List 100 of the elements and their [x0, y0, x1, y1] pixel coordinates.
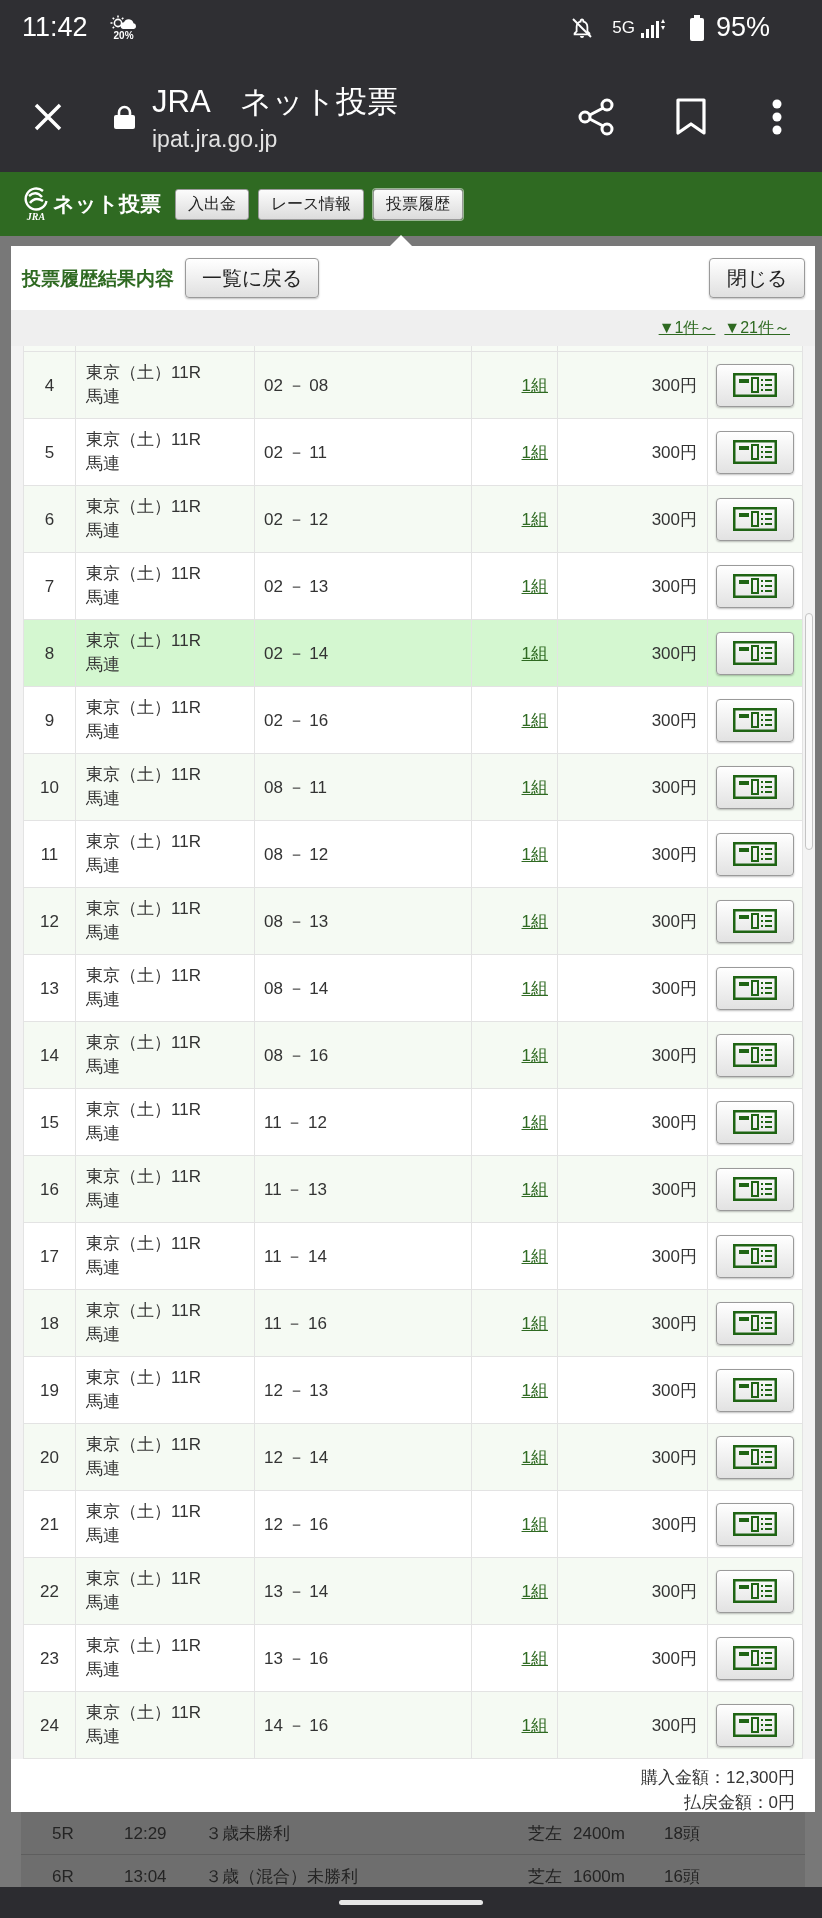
count-link[interactable]: 1組 [521, 1180, 548, 1198]
detail-button[interactable] [716, 1569, 794, 1613]
detail-button[interactable] [716, 1167, 794, 1211]
bet-type: 馬連 [86, 1592, 121, 1614]
detail-button[interactable] [716, 430, 794, 474]
detail-button[interactable] [716, 1033, 794, 1077]
table-row[interactable]: 12 東京（土）11R 馬連 08 － 13 1組 300円 [23, 888, 803, 955]
count-link[interactable]: 1組 [521, 1381, 548, 1399]
scrollbar-thumb[interactable] [805, 613, 813, 850]
page-title: JRA ネット投票 [152, 84, 398, 120]
count-link[interactable]: 1組 [521, 443, 548, 461]
detail-button[interactable] [716, 1100, 794, 1144]
detail-button[interactable] [716, 1301, 794, 1345]
detail-button[interactable] [716, 899, 794, 943]
table-row[interactable]: 24 東京（土）11R 馬連 14 － 16 1組 300円 [23, 1692, 803, 1759]
table-row[interactable]: 5 東京（土）11R 馬連 02 － 11 1組 300円 [23, 419, 803, 486]
detail-button[interactable] [716, 698, 794, 742]
race-number: 6R [52, 1867, 75, 1885]
count-link[interactable]: 1組 [521, 1046, 548, 1064]
detail-button[interactable] [716, 497, 794, 541]
table-row[interactable]: 4 東京（土）11R 馬連 02 － 08 1組 300円 [23, 352, 803, 419]
table-row[interactable]: 13 東京（土）11R 馬連 08 － 14 1組 300円 [23, 955, 803, 1022]
detail-button[interactable] [716, 966, 794, 1010]
table-row[interactable]: 8 東京（土）11R 馬連 02 － 14 1組 300円 [23, 620, 803, 687]
table-row[interactable]: 7 東京（土）11R 馬連 02 － 13 1組 300円 [23, 553, 803, 620]
bet-combination: 11 － 12 [255, 1089, 472, 1155]
table-row[interactable]: 10 東京（土）11R 馬連 08 － 11 1組 300円 [23, 754, 803, 821]
count-link[interactable]: 1組 [521, 1247, 548, 1265]
detail-button[interactable] [716, 631, 794, 675]
table-row[interactable]: 15 東京（土）11R 馬連 11 － 12 1組 300円 [23, 1089, 803, 1156]
detail-button[interactable] [716, 1234, 794, 1278]
table-row[interactable]: 18 東京（土）11R 馬連 11 － 16 1組 300円 [23, 1290, 803, 1357]
row-number: 19 [23, 1357, 76, 1423]
race-name: 東京（土）11R [86, 1568, 202, 1590]
table-row[interactable]: 17 東京（土）11R 馬連 11 － 14 1組 300円 [23, 1223, 803, 1290]
share-icon[interactable] [578, 98, 615, 136]
close-icon[interactable] [34, 103, 62, 131]
detail-button[interactable] [716, 765, 794, 809]
detail-button[interactable] [716, 564, 794, 608]
table-row[interactable]: 19 東京（土）11R 馬連 12 － 13 1組 300円 [23, 1357, 803, 1424]
detail-button[interactable] [716, 1435, 794, 1479]
bet-type: 馬連 [86, 1190, 121, 1212]
back-to-list-button[interactable]: 一覧に戻る [185, 258, 319, 298]
form-icon [733, 440, 777, 464]
bet-combination: 13 － 16 [255, 1625, 472, 1691]
count-link[interactable]: 1組 [521, 577, 548, 595]
count-link[interactable]: 1組 [521, 1515, 548, 1533]
count-link[interactable]: 1組 [521, 979, 548, 997]
count-link[interactable]: 1組 [521, 1448, 548, 1466]
close-button[interactable]: 閉じる [709, 258, 805, 298]
bet-combination: 11 － 13 [255, 1156, 472, 1222]
table-row[interactable]: 16 東京（土）11R 馬連 11 － 13 1組 300円 [23, 1156, 803, 1223]
count-link[interactable]: 1組 [521, 1582, 548, 1600]
page-link[interactable]: ▼1件～ [658, 320, 716, 336]
count-link[interactable]: 1組 [521, 711, 548, 729]
course-type: 芝左 [528, 1824, 563, 1842]
runner-count: 18頭 [664, 1824, 700, 1842]
detail-button[interactable] [716, 1368, 794, 1412]
table-row[interactable]: 23 東京（土）11R 馬連 13 － 16 1組 300円 [23, 1625, 803, 1692]
detail-button[interactable] [716, 1502, 794, 1546]
count-link[interactable]: 1組 [521, 376, 548, 394]
bookmark-icon[interactable] [676, 98, 706, 136]
table-row[interactable]: 9 東京（土）11R 馬連 02 － 16 1組 300円 [23, 687, 803, 754]
nav-tab[interactable]: 入出金 [175, 188, 249, 220]
page-link[interactable]: ▼21件～ [724, 320, 790, 336]
row-number: 4 [23, 352, 76, 418]
detail-button[interactable] [716, 363, 794, 407]
nav-tab[interactable]: レース情報 [258, 188, 364, 220]
count-link[interactable]: 1組 [521, 1314, 548, 1332]
nav-tab[interactable]: 投票履歴 [373, 188, 463, 220]
count-link[interactable]: 1組 [521, 510, 548, 528]
bet-amount: 300円 [558, 888, 708, 954]
detail-button[interactable] [716, 1636, 794, 1680]
more-icon[interactable] [772, 99, 782, 135]
bet-amount: 300円 [558, 1089, 708, 1155]
table-row[interactable]: 6 東京（土）11R 馬連 02 － 12 1組 300円 [23, 486, 803, 553]
bet-combination: 13 － 14 [255, 1558, 472, 1624]
count-link[interactable]: 1組 [521, 845, 548, 863]
table-row[interactable]: 11 東京（土）11R 馬連 08 － 12 1組 300円 [23, 821, 803, 888]
bet-type: 馬連 [86, 1257, 121, 1279]
table-row[interactable]: 22 東京（土）11R 馬連 13 － 14 1組 300円 [23, 1558, 803, 1625]
race-name: 東京（土）11R [86, 1501, 202, 1523]
count-link[interactable]: 1組 [521, 912, 548, 930]
form-icon [733, 1244, 777, 1268]
table-row[interactable]: 21 東京（土）11R 馬連 12 － 16 1組 300円 [23, 1491, 803, 1558]
count-link[interactable]: 1組 [521, 1113, 548, 1131]
row-number: 14 [23, 1022, 76, 1088]
race-name: 東京（土）11R [86, 1702, 202, 1724]
table-row[interactable]: 20 東京（土）11R 馬連 12 － 14 1組 300円 [23, 1424, 803, 1491]
form-icon [733, 1445, 777, 1469]
table-row[interactable]: 14 東京（土）11R 馬連 08 － 16 1組 300円 [23, 1022, 803, 1089]
detail-button[interactable] [716, 1703, 794, 1747]
count-link[interactable]: 1組 [521, 644, 548, 662]
race-name: 東京（土）11R [86, 630, 202, 652]
bet-amount: 300円 [558, 1022, 708, 1088]
count-link[interactable]: 1組 [521, 1649, 548, 1667]
count-link[interactable]: 1組 [521, 1716, 548, 1734]
detail-button[interactable] [716, 832, 794, 876]
bet-type: 馬連 [86, 1525, 121, 1547]
count-link[interactable]: 1組 [521, 778, 548, 796]
